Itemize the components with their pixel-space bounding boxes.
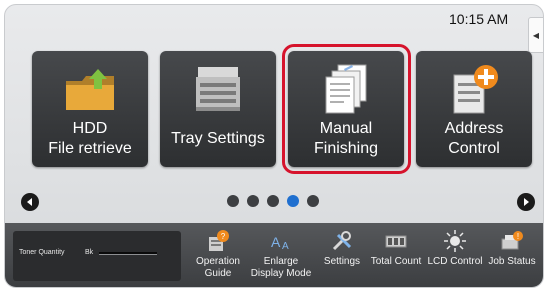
svg-text:?: ? [221, 232, 226, 241]
tile-hdd-file-retrieve[interactable]: HDD File retrieve [32, 51, 148, 167]
tile-tray-settings[interactable]: Tray Settings [160, 51, 276, 167]
page-dot[interactable] [307, 195, 319, 207]
page-dot-active[interactable] [287, 195, 299, 207]
chevron-left-icon [27, 198, 32, 206]
tools-icon [332, 231, 352, 251]
counter-icon [385, 235, 407, 248]
touch-screen: 10:15 AM ◀ HDD File retrieve Tray Settin… [4, 4, 544, 288]
printer-tray-icon [196, 67, 240, 111]
side-panel-tab[interactable]: ◀ [528, 17, 543, 53]
highlight-frame [282, 44, 411, 174]
total-count-button[interactable]: Total Count [367, 229, 425, 268]
tile-label: Address Control [444, 120, 504, 157]
svg-text:!: ! [517, 232, 519, 241]
bottom-bar: Toner Quantity Bk ? Operation Guide A A … [5, 223, 543, 287]
toner-label: Toner Quantity [19, 249, 65, 256]
job-status-button[interactable]: ! Job Status [485, 229, 539, 268]
svg-text:A: A [282, 241, 289, 252]
help-book-icon: ? [209, 230, 229, 251]
chevron-right-icon [524, 198, 529, 206]
font-enlarge-icon: A A [271, 234, 289, 252]
tile-label: Tray Settings [171, 130, 265, 147]
page-dot[interactable] [267, 195, 279, 207]
tile-address-control[interactable]: Address Control [416, 51, 532, 167]
folder-retrieve-icon [66, 69, 114, 110]
svg-text:A: A [271, 234, 281, 250]
device-bezel: 10:15 AM ◀ HDD File retrieve Tray Settin… [0, 0, 546, 293]
clock: 10:15 AM [449, 11, 509, 27]
toner-color-label: Bk [85, 249, 94, 256]
enlarge-display-mode-button[interactable]: A A Enlarge Display Mode [245, 229, 317, 280]
settings-button[interactable]: Settings [317, 229, 367, 268]
lcd-control-button[interactable]: LCD Control [425, 229, 485, 268]
tile-label: HDD File retrieve [48, 120, 132, 157]
toner-level-bar [99, 252, 157, 255]
job-status-icon: ! [501, 231, 523, 250]
page-dot[interactable] [247, 195, 259, 207]
address-add-icon [453, 65, 498, 114]
page-indicator [227, 195, 319, 207]
toner-panel: Toner Quantity Bk [13, 231, 181, 281]
brightness-icon [444, 230, 466, 252]
operation-guide-button[interactable]: ? Operation Guide [191, 229, 245, 280]
next-page-button[interactable] [517, 193, 535, 211]
page-dot[interactable] [227, 195, 239, 207]
prev-page-button[interactable] [21, 193, 39, 211]
